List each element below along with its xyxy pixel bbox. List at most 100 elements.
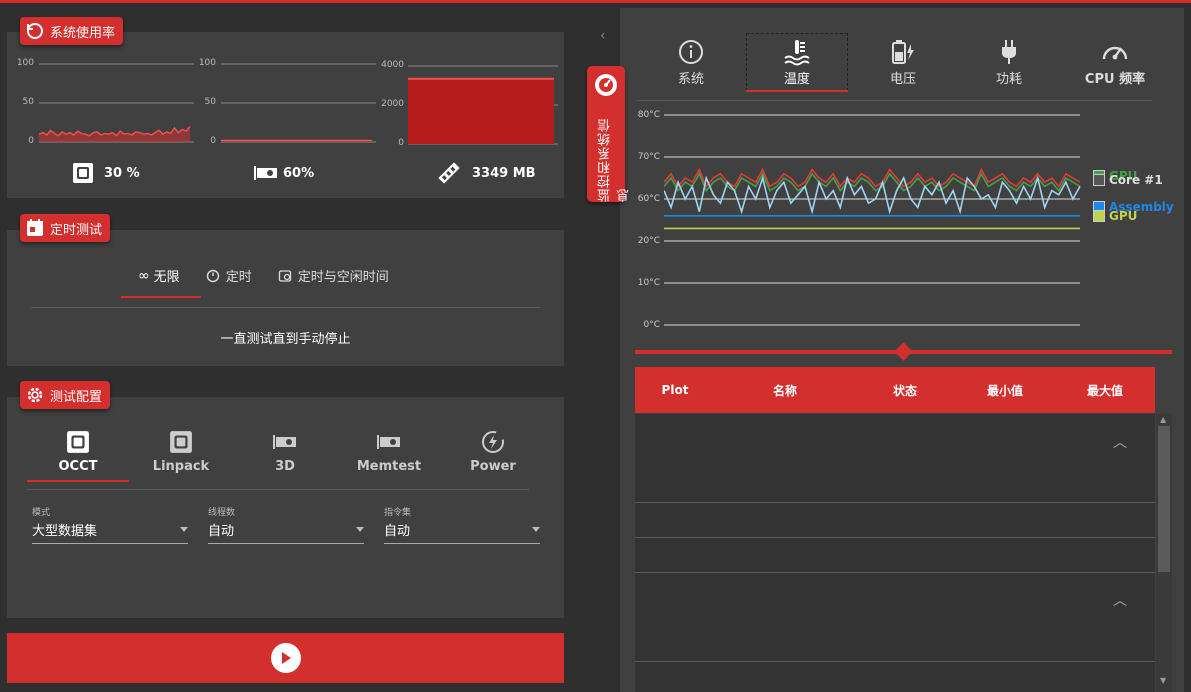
tab-timed[interactable]: 定时	[206, 266, 252, 285]
tab-timed-idle[interactable]: 定时与空闲时间	[278, 266, 389, 285]
battery-icon	[892, 40, 914, 64]
timed-test-title: 定时测试	[50, 222, 103, 238]
tab-cpu-frequency[interactable]: CPU 频率	[1064, 38, 1166, 87]
tab-linpack[interactable]: Linpack	[131, 429, 231, 474]
timed-test-divider	[31, 307, 540, 308]
mode-select[interactable]: 模式 大型数据集	[32, 505, 188, 544]
instruction-set-select[interactable]: 指令集 自动	[384, 505, 540, 544]
info-icon	[679, 40, 703, 64]
table-scrollbar[interactable]: ▲ ▼	[1156, 414, 1172, 692]
y-tick-80: 80°C	[637, 110, 660, 120]
tab-power[interactable]: Power	[443, 429, 543, 474]
gpu-tick-50: 50	[204, 97, 216, 107]
gpu-icon	[377, 435, 400, 449]
tab-system-label: 系统	[677, 72, 704, 87]
tab-memtest-label: Memtest	[356, 459, 422, 474]
gpu-usage-chart: 100 50 0	[196, 58, 376, 148]
system-usage-badge: 系统使用率	[20, 17, 124, 45]
monitor-side-tab[interactable]: 监控和系统信息	[587, 66, 632, 202]
gpu-tick-0: 0	[210, 136, 216, 146]
tab-power-label: Power	[470, 459, 516, 474]
table-row-divider	[635, 537, 1155, 538]
scrollbar-thumb[interactable]	[1158, 426, 1170, 572]
col-status[interactable]: 状态	[855, 382, 955, 399]
threads-label: 线程数	[208, 508, 236, 518]
col-max[interactable]: 最大值	[1055, 382, 1155, 399]
tab-3d[interactable]: 3D	[235, 429, 335, 474]
y-tick-0: 0°C	[643, 320, 660, 330]
memory-usage-value: 3349 MB	[472, 165, 536, 181]
table-row-divider	[635, 502, 1155, 503]
sensor-table-header: Plot 名称 状态 最小值 最大值	[635, 367, 1155, 413]
y-tick-20: 20°C	[637, 236, 660, 246]
timed-tab-indicator	[121, 296, 201, 298]
threads-select[interactable]: 线程数 自动	[208, 505, 364, 544]
tab-voltage[interactable]: 电压	[852, 38, 954, 87]
cpu-icon	[73, 163, 93, 183]
legend-core1: Core #1	[1093, 173, 1163, 187]
mode-label: 模式	[32, 508, 51, 518]
chevron-up-icon[interactable]: ︿	[1113, 590, 1127, 610]
tab-temperature[interactable]: 温度	[746, 33, 848, 91]
y-tick-60: 60°C	[637, 194, 660, 204]
cpu-icon	[67, 431, 89, 453]
tab-infinite[interactable]: ∞ 无限	[138, 266, 180, 286]
cpu-usage-value: 30 %	[104, 165, 140, 181]
config-tab-indicator	[27, 480, 129, 482]
chevron-up-icon[interactable]: ︿	[1113, 432, 1127, 452]
table-row-divider	[635, 572, 1155, 573]
tab-temperature-label: 温度	[783, 72, 810, 87]
scroll-up-icon[interactable]: ▲	[1160, 415, 1166, 424]
instruction-set-value: 自动	[384, 524, 411, 539]
legend-core1-label: Core #1	[1109, 173, 1163, 187]
tab-power-consumption-label: 功耗	[995, 72, 1022, 87]
speedometer-icon	[595, 74, 617, 96]
y-tick-10: 10°C	[637, 278, 660, 288]
calendar-icon	[27, 219, 43, 236]
tab-3d-label: 3D	[275, 459, 295, 474]
tab-occt[interactable]: OCCT	[28, 429, 128, 474]
tab-system[interactable]: 系统	[640, 38, 742, 87]
monitor-tab-indicator	[746, 90, 848, 92]
infinity-icon: ∞	[138, 267, 150, 284]
refresh-icon	[27, 23, 43, 39]
col-name[interactable]: 名称	[715, 382, 855, 399]
col-plot[interactable]: Plot	[635, 383, 715, 397]
cpu-tick-0: 0	[28, 136, 34, 146]
legend-gpu-2: GPU	[1093, 209, 1137, 223]
chevron-down-icon	[532, 527, 540, 532]
start-test-button[interactable]	[7, 633, 564, 683]
memory-usage-metric: 3349 MB	[436, 160, 536, 186]
memory-stick-icon	[438, 162, 460, 184]
cpu-tick-50: 50	[22, 97, 34, 107]
tab-voltage-label: 电压	[889, 72, 916, 87]
tab-memtest[interactable]: Memtest	[339, 429, 439, 474]
thermometer-icon	[784, 40, 810, 66]
col-min[interactable]: 最小值	[955, 382, 1055, 399]
play-icon	[270, 643, 301, 673]
timed-test-tabs: ∞ 无限 定时 定时与空闲时间	[138, 266, 389, 286]
tab-power-consumption[interactable]: 功耗	[958, 38, 1060, 87]
tab-timed-idle-label: 定时与空闲时间	[297, 270, 389, 285]
temperature-plot	[664, 114, 1081, 326]
scroll-down-icon[interactable]: ▼	[1160, 676, 1166, 685]
collapse-panel-icon[interactable]: ‹	[600, 28, 606, 44]
cpu-tick-100: 100	[16, 58, 34, 68]
gear-icon	[27, 387, 43, 403]
gpu-usage-metric: 60%	[253, 164, 314, 182]
config-tab-divider	[27, 489, 529, 490]
monitor-tab-divider	[636, 100, 1152, 101]
plug-icon	[1002, 40, 1016, 64]
memory-usage-bar	[408, 78, 554, 144]
tab-cpu-frequency-label: CPU 频率	[1084, 72, 1146, 87]
speedometer-icon	[1102, 46, 1128, 60]
cpu-usage-chart: 100 50 0	[14, 58, 194, 148]
monitor-side-label: 监控和系统信息	[598, 118, 632, 202]
tab-infinite-label: 无限	[153, 270, 180, 285]
gpu-usage-value: 60%	[283, 165, 315, 181]
gpu-usage-plot	[221, 63, 376, 143]
cpu-usage-metric: 30 %	[72, 162, 140, 184]
legend-gpu-2-label: GPU	[1109, 209, 1138, 223]
cpu-icon	[170, 431, 192, 453]
top-accent-line	[0, 0, 1191, 3]
